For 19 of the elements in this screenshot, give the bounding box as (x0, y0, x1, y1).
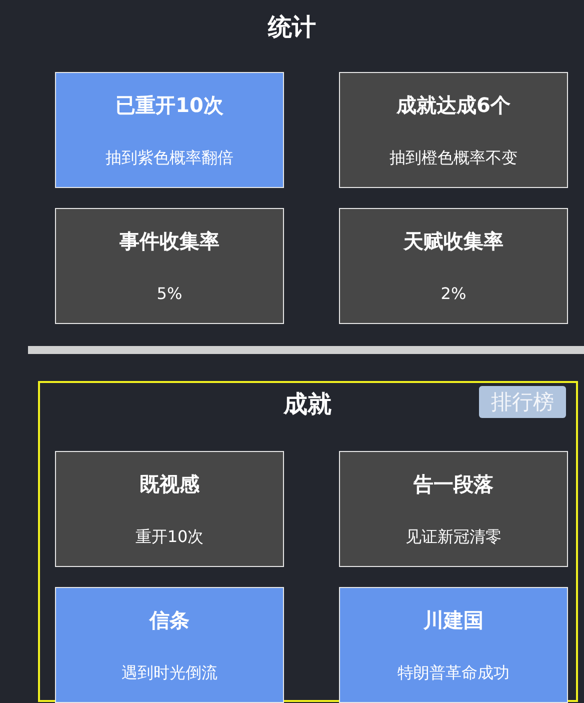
section-title: 成就 (284, 389, 332, 419)
card-title: 已重开10次 (116, 92, 224, 119)
section-title: 统计 (266, 12, 317, 42)
card-subtitle: 遇到时光倒流 (122, 662, 218, 684)
card-title: 既视感 (140, 471, 200, 498)
card-subtitle: 抽到紫色概率翻倍 (106, 147, 234, 169)
card-subtitle: 抽到橙色概率不变 (390, 147, 518, 169)
card-title: 天赋收集率 (404, 228, 504, 255)
card-subtitle: 重开10次 (135, 526, 204, 548)
card-title: 告一段落 (414, 471, 494, 498)
ranking-button[interactable]: 排行榜 (479, 386, 566, 418)
card-subtitle: 5% (156, 283, 182, 305)
card-subtitle: 见证新冠清零 (406, 526, 502, 548)
card-title: 川建国 (424, 607, 484, 634)
card-subtitle: 2% (440, 283, 466, 305)
card-title: 成就达成6个 (396, 92, 510, 119)
card-title: 事件收集率 (120, 228, 220, 255)
card-title: 信条 (150, 607, 190, 634)
card-subtitle: 特朗普革命成功 (398, 662, 510, 684)
